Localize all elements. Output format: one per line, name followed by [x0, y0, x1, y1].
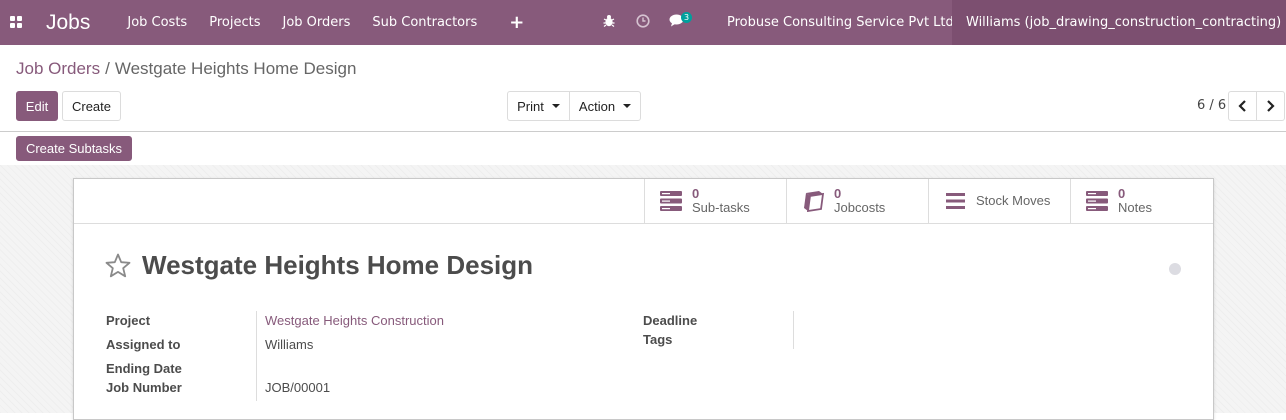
create-button[interactable]: Create — [62, 91, 121, 121]
project-label: Project — [106, 313, 151, 328]
deadline-label: Deadline — [643, 313, 698, 328]
bug-icon[interactable] — [603, 14, 615, 31]
subtasks-label: Sub-tasks — [692, 200, 750, 215]
print-label: Print — [517, 98, 544, 114]
notes-smart-button[interactable]: 0 Notes — [1070, 179, 1213, 223]
notes-count: 0 — [1118, 186, 1126, 201]
company-name: Probuse Consulting Service Pvt Ltd — [727, 15, 954, 30]
list-icon — [946, 193, 965, 209]
action-label: Action — [578, 98, 616, 114]
server-icon — [660, 191, 682, 211]
edit-button[interactable]: Edit — [16, 91, 58, 121]
menu-sub-contractors[interactable]: Sub Contractors — [372, 15, 477, 30]
user-menu[interactable]: Williams (job_drawing_construction_contr… — [952, 0, 1286, 45]
breadcrumb-separator: / — [105, 59, 110, 78]
jobcosts-count: 0 — [834, 186, 842, 201]
stock-moves-label: Stock Moves — [976, 193, 1051, 208]
top-navbar: Jobs Job Costs Projects Job Orders Sub C… — [0, 0, 1286, 45]
chevron-down-icon — [551, 104, 560, 108]
message-count-badge: 3 — [681, 12, 692, 23]
server-icon — [1086, 191, 1108, 211]
field-divider — [793, 311, 794, 349]
print-dropdown-button[interactable]: Print — [507, 91, 570, 121]
jobcosts-label: Jobcosts — [834, 200, 886, 215]
assigned-to-label: Assigned to — [106, 337, 181, 352]
clock-icon[interactable] — [636, 13, 650, 32]
menu-job-costs[interactable]: Job Costs — [127, 15, 187, 30]
kanban-state-indicator[interactable] — [1169, 263, 1181, 275]
pager-next-button[interactable] — [1256, 91, 1285, 121]
ending-date-label: Ending Date — [106, 361, 182, 376]
company-switcher[interactable]: Probuse Consulting Service Pvt Ltd — [727, 15, 970, 30]
breadcrumb: Job Orders / Westgate Heights Home Design — [16, 59, 356, 79]
action-dropdown-button[interactable]: Action — [569, 91, 641, 121]
apps-grid-icon[interactable] — [10, 15, 24, 30]
job-number-value: JOB/00001 — [265, 380, 331, 395]
smart-button-box: 0 Sub-tasks 0 Jobcosts Stock Moves 0 Notes — [74, 179, 1213, 224]
menu-projects[interactable]: Projects — [209, 15, 260, 30]
pager-value[interactable]: 6 / 6 — [1197, 98, 1226, 113]
breadcrumb-current: Westgate Heights Home Design — [114, 59, 357, 78]
chevron-right-icon — [1267, 100, 1275, 112]
create-subtasks-button[interactable]: Create Subtasks — [16, 136, 132, 161]
assigned-to-value: Williams — [265, 337, 314, 352]
pager-previous-button[interactable] — [1228, 91, 1257, 121]
plus-icon[interactable]: + — [509, 12, 524, 33]
subtasks-smart-button[interactable]: 0 Sub-tasks — [644, 179, 787, 223]
record-title: Westgate Heights Home Design — [142, 250, 534, 280]
jobcosts-smart-button[interactable]: 0 Jobcosts — [786, 179, 929, 223]
subtasks-count: 0 — [692, 186, 700, 201]
stock-moves-smart-button[interactable]: Stock Moves — [928, 179, 1071, 223]
chevron-left-icon — [1238, 100, 1246, 112]
book-icon — [804, 191, 825, 212]
user-name: Williams (job_drawing_construction_contr… — [966, 15, 1282, 30]
menu-job-orders[interactable]: Job Orders — [282, 15, 350, 30]
app-name: Jobs — [46, 10, 91, 34]
breadcrumb-job-orders[interactable]: Job Orders — [16, 59, 100, 78]
chevron-down-icon — [623, 104, 632, 108]
notes-label: Notes — [1118, 200, 1152, 215]
star-icon[interactable] — [105, 253, 131, 278]
project-link[interactable]: Westgate Heights Construction — [265, 313, 444, 328]
tags-label: Tags — [643, 332, 673, 347]
systray: 3 Probuse Consulting Service Pvt Ltd — [600, 0, 970, 45]
form-sheet: 0 Sub-tasks 0 Jobcosts Stock Moves 0 Notes … — [73, 178, 1214, 420]
divider — [0, 131, 1286, 132]
field-divider — [256, 311, 257, 401]
job-number-label: Job Number — [106, 380, 182, 395]
